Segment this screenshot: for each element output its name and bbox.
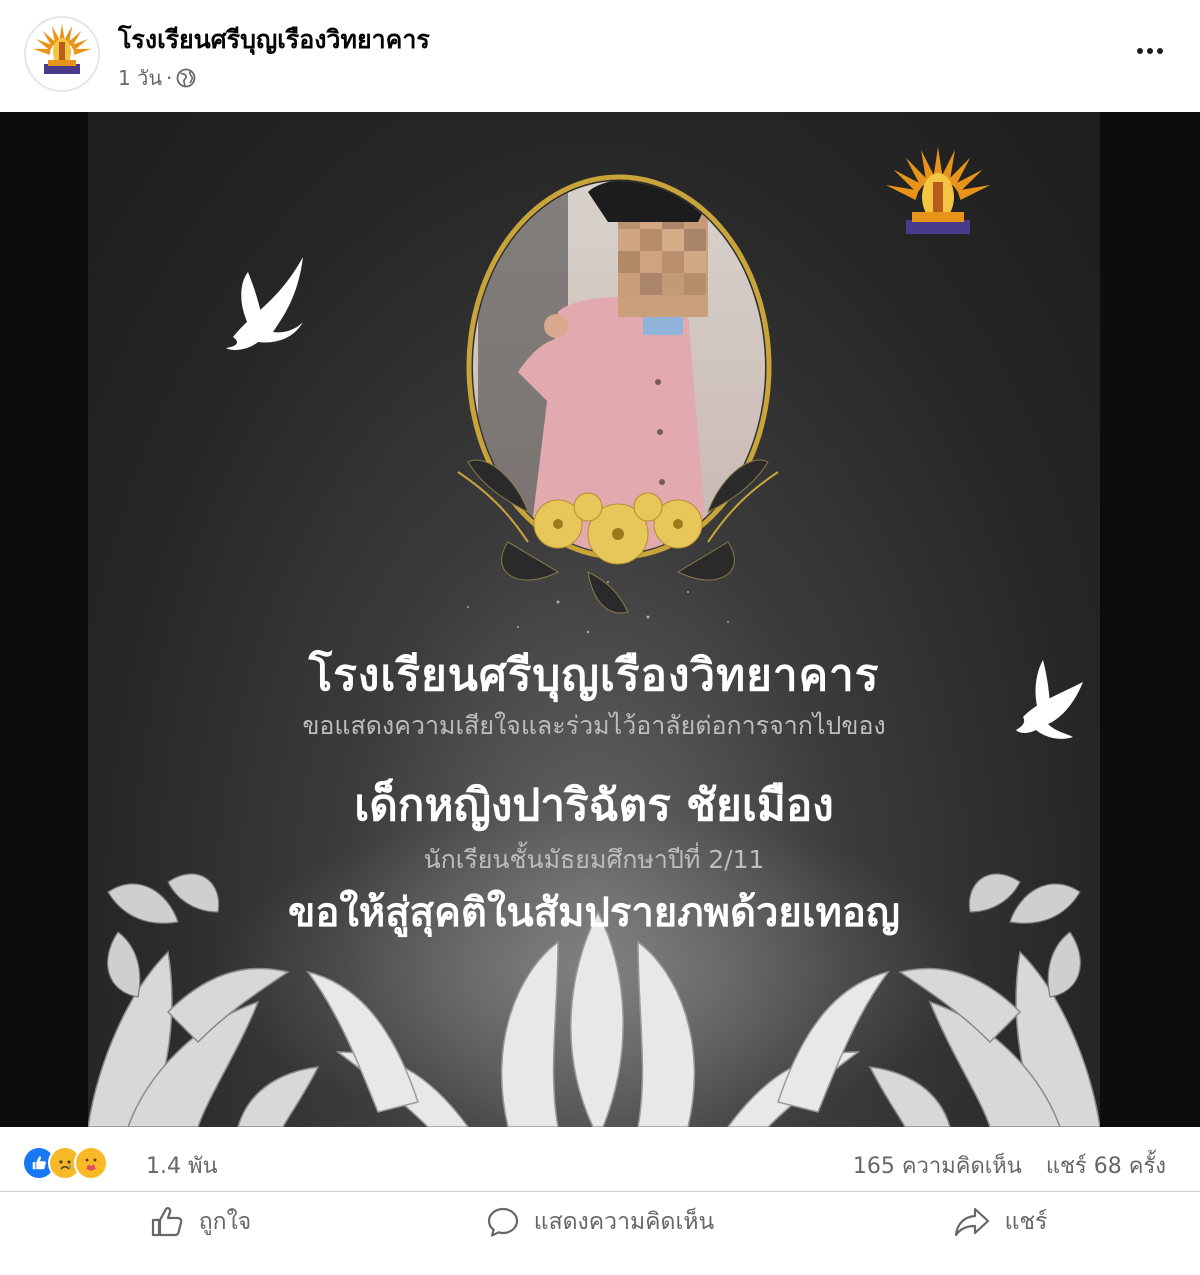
comment-bubble-icon: [487, 1207, 518, 1237]
dove-left-icon: [226, 257, 303, 350]
share-count[interactable]: แชร์ 68 ครั้ง: [1046, 1148, 1166, 1183]
post-header: โรงเรียนศรีบุญเรืองวิทยาคาร 1 วัน ·: [0, 0, 1200, 112]
page-name[interactable]: โรงเรียนศรีบุญเรืองวิทยาคาร: [118, 20, 430, 60]
post-time[interactable]: 1 วัน: [118, 62, 162, 94]
poster-student-name: เด็กหญิงปาริฉัตร ชัยเมือง: [354, 780, 834, 831]
memorial-poster: โรงเรียนศรีบุญเรืองวิทยาคาร ขอแสดงความเส…: [88, 112, 1100, 1127]
reaction-icons[interactable]: [22, 1146, 108, 1180]
thumbs-up-icon: [151, 1207, 183, 1237]
share-arrow-icon: [954, 1207, 989, 1237]
post-stats: 165 ความคิดเห็น แชร์ 68 ครั้ง: [853, 1148, 1166, 1183]
poster-wish-text: ขอให้สู่สุคติในสัมปรายภพด้วยเทอญ: [287, 890, 900, 936]
care-reaction-icon: [74, 1146, 108, 1180]
comment-count[interactable]: 165 ความคิดเห็น: [853, 1148, 1022, 1183]
more-options-button[interactable]: [1130, 36, 1170, 66]
globe-icon: [176, 68, 196, 88]
more-horizontal-icon: [1137, 48, 1143, 54]
comment-label: แสดงความคิดเห็น: [533, 1209, 715, 1235]
reactions-summary: 1.4 พัน 165 ความคิดเห็น แชร์ 68 ครั้ง: [0, 1130, 1200, 1192]
like-label: ถูกใจ: [198, 1209, 252, 1235]
poster-condolence-text: ขอแสดงความเสียใจและร่วมไว้อาลัยต่อการจาก…: [302, 711, 886, 740]
school-logo-icon: [32, 24, 92, 74]
share-button[interactable]: แชร์: [800, 1192, 1200, 1252]
post-image[interactable]: โรงเรียนศรีบุญเรืองวิทยาคาร ขอแสดงความเส…: [0, 112, 1200, 1127]
like-button[interactable]: ถูกใจ: [0, 1192, 400, 1252]
meta-separator: ·: [165, 66, 173, 90]
school-emblem: [885, 147, 991, 234]
reaction-count[interactable]: 1.4 พัน: [146, 1148, 218, 1183]
post-action-bar: ถูกใจ แสดงความคิดเห็น แชร์: [0, 1192, 1200, 1252]
post-meta: 1 วัน ·: [118, 62, 196, 94]
poster-student-class: นักเรียนชั้นมัธยมศึกษาปีที่ 2/11: [423, 845, 765, 874]
poster-graphics: [88, 147, 1100, 1127]
comment-button[interactable]: แสดงความคิดเห็น: [400, 1192, 800, 1252]
poster-school-name: โรงเรียนศรีบุญเรืองวิทยาคาร: [308, 650, 880, 701]
page-avatar[interactable]: [24, 16, 100, 92]
share-label: แชร์: [1004, 1209, 1048, 1235]
